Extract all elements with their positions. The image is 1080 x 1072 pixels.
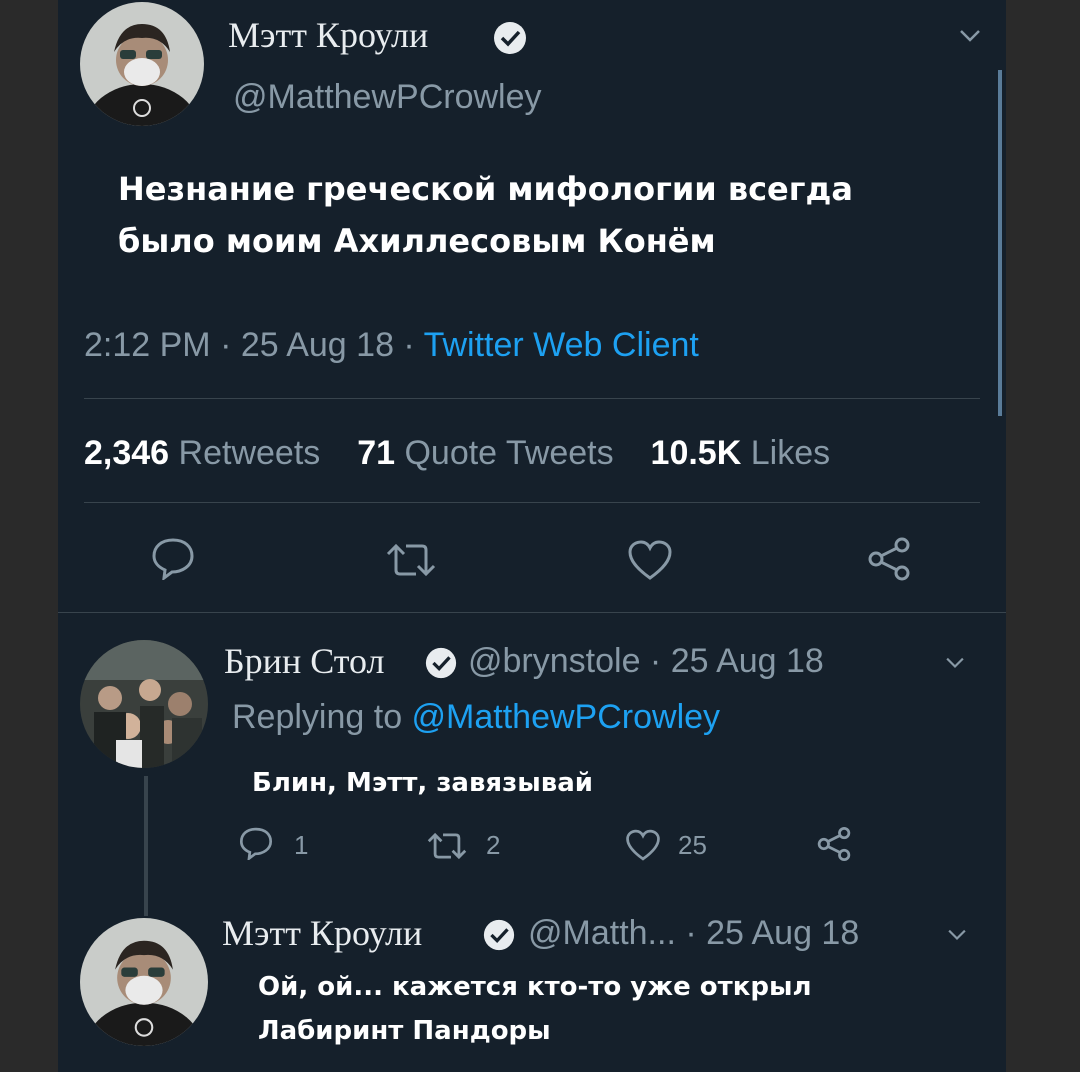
profile-photo-icon bbox=[80, 918, 208, 1046]
reply-text: Блин, Мэтт, завязывай bbox=[252, 768, 593, 798]
thread-line bbox=[144, 776, 148, 916]
reply-handle-date[interactable]: @Matth... · 25 Aug 18 bbox=[528, 914, 859, 953]
retweet-icon[interactable] bbox=[382, 540, 440, 580]
avatar[interactable] bbox=[80, 918, 208, 1046]
verified-badge-icon bbox=[425, 647, 457, 679]
profile-photo-icon bbox=[80, 2, 204, 126]
tweet-text-line: было моим Ахиллесовым Конём bbox=[118, 222, 716, 260]
tweet-stats: 2,346 Retweets 71 Quote Tweets 10.5K Lik… bbox=[84, 434, 830, 473]
divider bbox=[84, 398, 980, 399]
crowd-photo-icon bbox=[80, 640, 208, 768]
reply-count: 1 bbox=[294, 830, 309, 860]
tweet-source-link[interactable]: Twitter Web Client bbox=[424, 326, 699, 364]
author-name[interactable]: Мэтт Кроули bbox=[222, 912, 422, 954]
like-heart-icon[interactable] bbox=[626, 538, 674, 582]
reply-text-line: Лабиринт Пандоры bbox=[258, 1016, 551, 1046]
author-name[interactable]: Брин Стол bbox=[224, 640, 385, 682]
tweet-text-line: Незнание греческой мифологии всегда bbox=[118, 170, 853, 208]
retweet-icon[interactable] bbox=[424, 830, 470, 862]
retweet-count: 2 bbox=[486, 830, 501, 860]
avatar[interactable] bbox=[80, 2, 204, 126]
replying-to-link[interactable]: @MatthewPCrowley bbox=[412, 698, 721, 736]
scrollbar[interactable] bbox=[998, 70, 1002, 416]
chevron-down-icon[interactable] bbox=[958, 28, 982, 44]
chevron-down-icon[interactable] bbox=[944, 656, 966, 670]
author-handle[interactable]: @MatthewPCrowley bbox=[233, 78, 542, 117]
divider bbox=[58, 612, 1006, 613]
reply-icon[interactable] bbox=[238, 826, 274, 860]
divider bbox=[84, 502, 980, 503]
tweet-thread: Мэтт Кроули @MatthewPCrowley Незнание гр… bbox=[58, 0, 1006, 1072]
like-count: 25 bbox=[678, 830, 707, 860]
like-heart-icon[interactable] bbox=[624, 828, 662, 862]
verified-badge-icon bbox=[494, 22, 526, 54]
replying-to: Replying to @MatthewPCrowley bbox=[232, 698, 721, 736]
tweet-timestamp: 2:12 PM · 25 Aug 18 · Twitter Web Client bbox=[84, 326, 699, 365]
verified-badge-icon bbox=[483, 919, 515, 951]
reply-handle-date[interactable]: @brynstole · 25 Aug 18 bbox=[468, 642, 824, 681]
reply-icon[interactable] bbox=[150, 536, 196, 580]
tweet-time: 2:12 PM · 25 Aug 18 · bbox=[84, 326, 424, 364]
chevron-down-icon[interactable] bbox=[946, 928, 968, 942]
likes-stat[interactable]: 10.5K Likes bbox=[651, 434, 831, 472]
avatar[interactable] bbox=[80, 640, 208, 768]
share-icon[interactable] bbox=[866, 536, 912, 582]
reply-text-line: Ой, ой... кажется кто-то уже открыл bbox=[258, 972, 812, 1002]
share-icon[interactable] bbox=[816, 826, 852, 862]
quotes-stat[interactable]: 71 Quote Tweets bbox=[357, 434, 613, 472]
retweets-stat[interactable]: 2,346 Retweets bbox=[84, 434, 320, 472]
author-name[interactable]: Мэтт Кроули bbox=[228, 14, 428, 56]
